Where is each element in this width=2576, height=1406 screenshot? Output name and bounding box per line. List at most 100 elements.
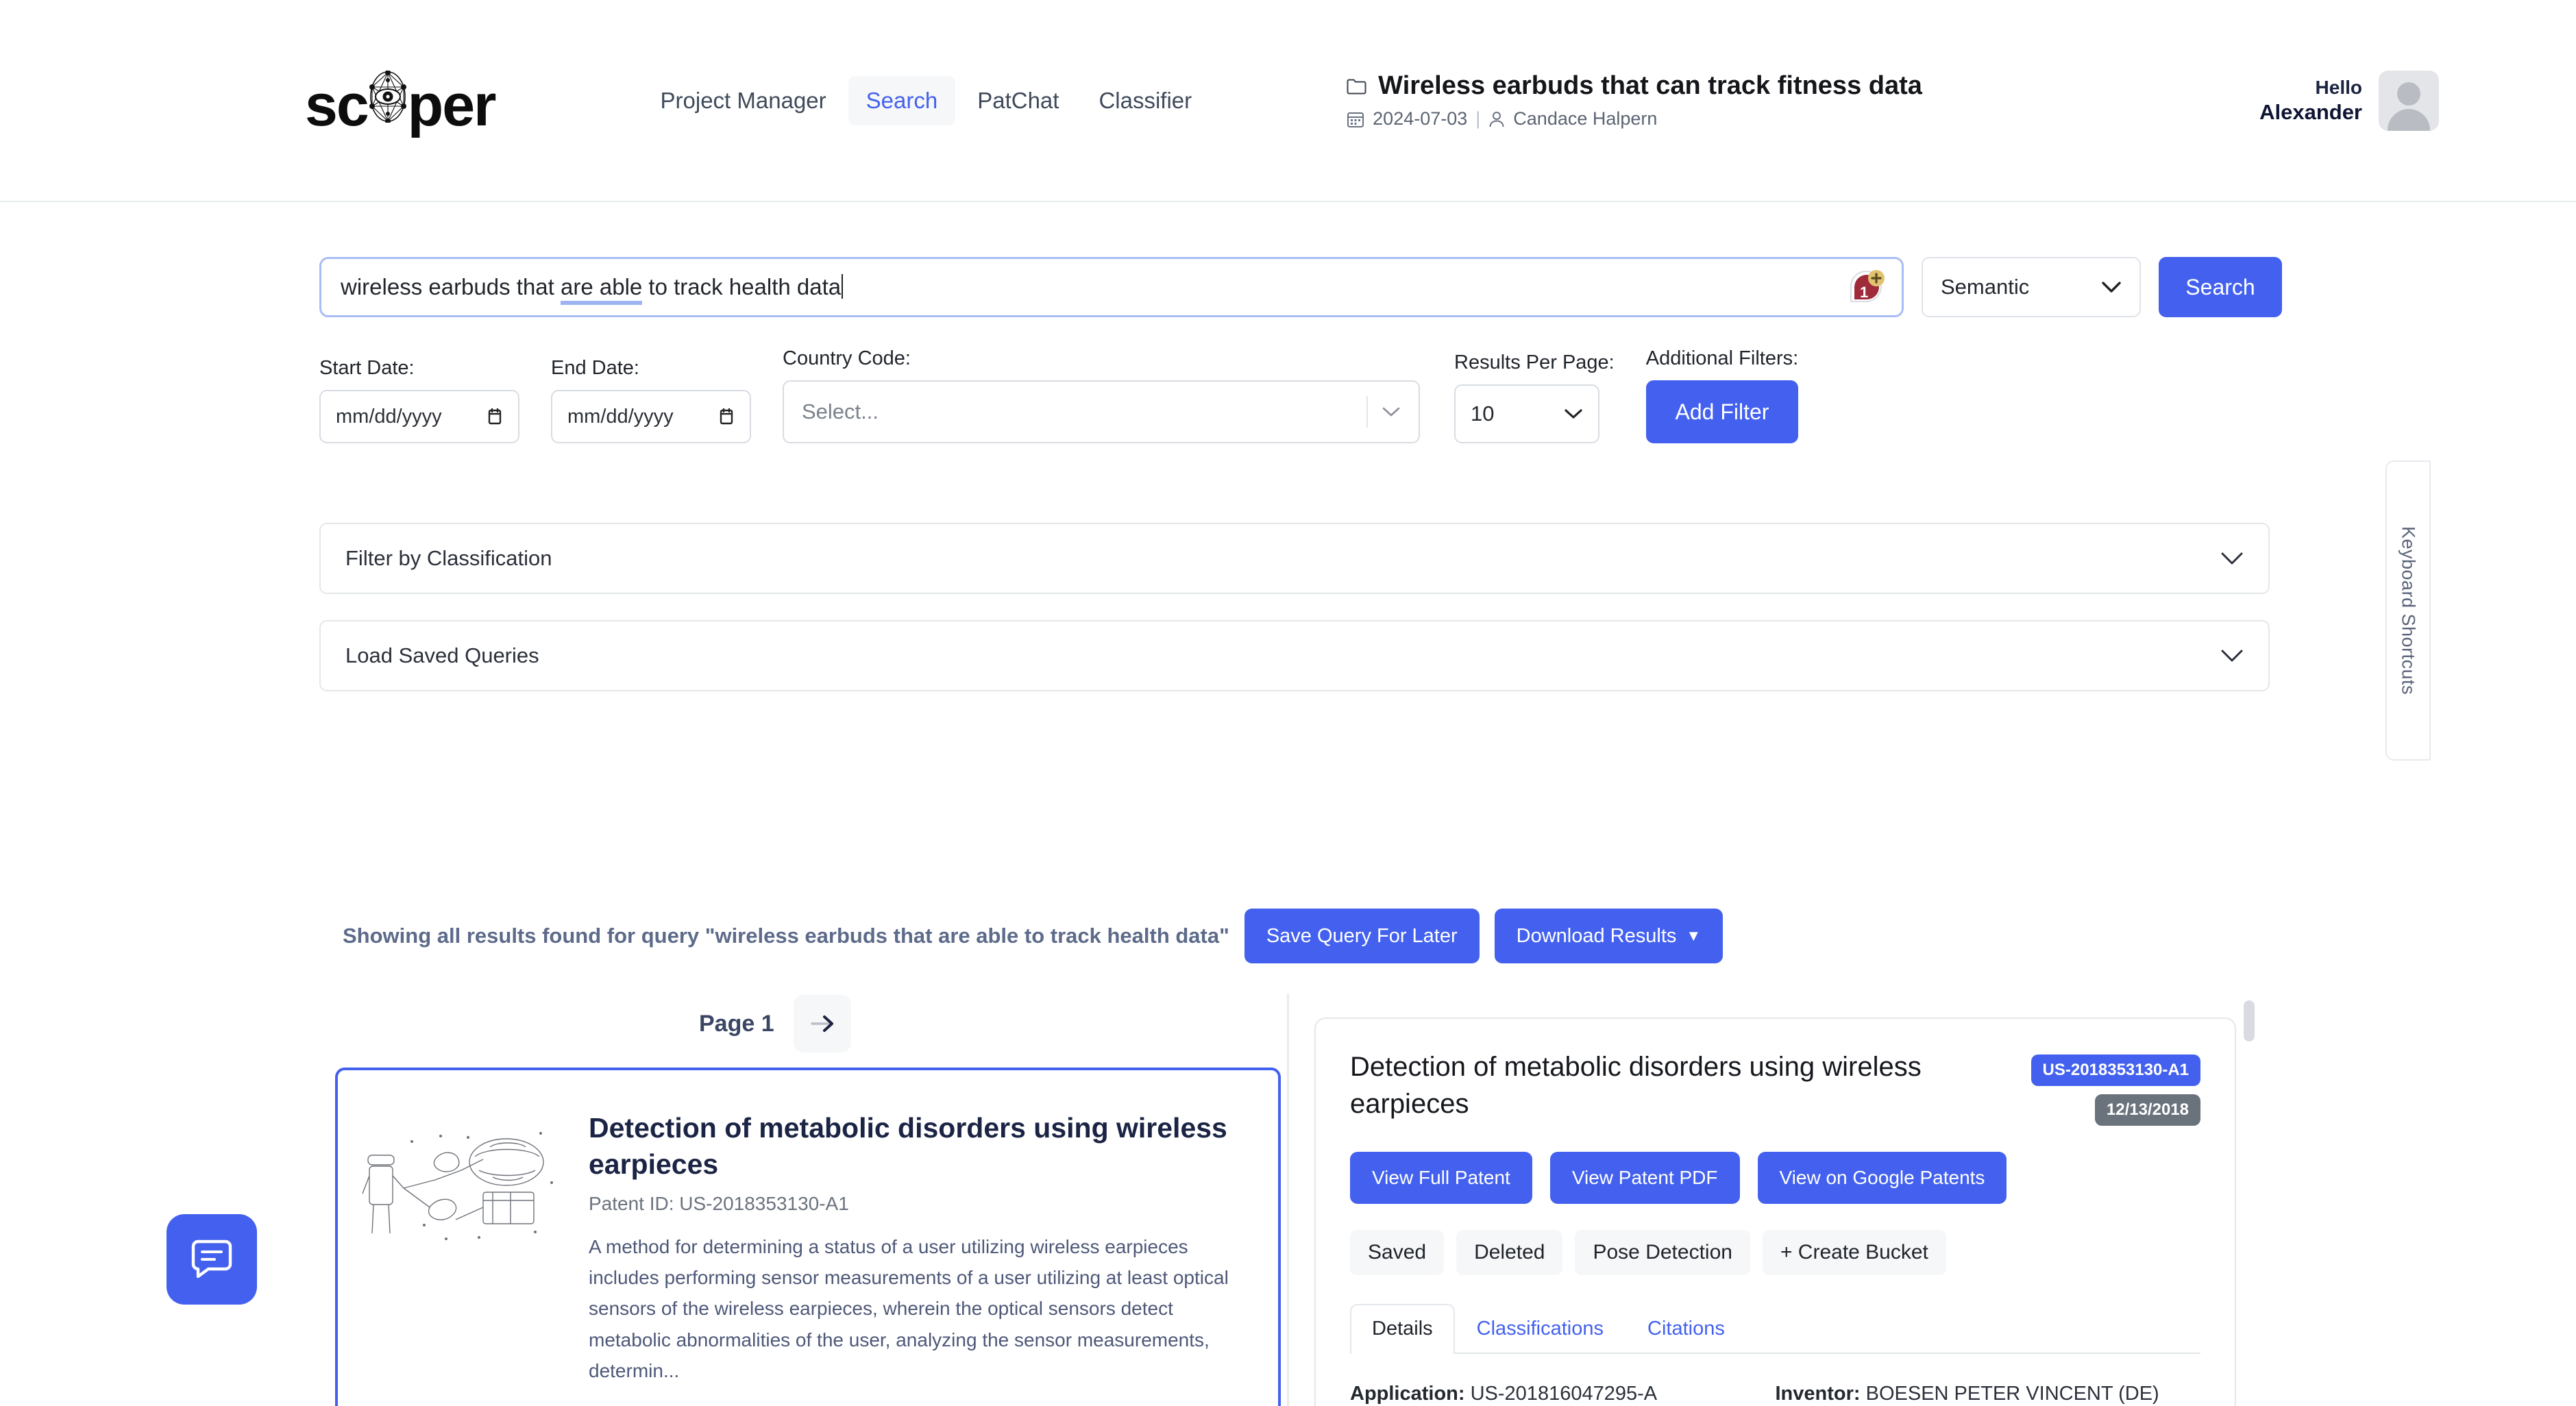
search-button[interactable]: Search — [2159, 257, 2282, 317]
search-mode-value: Semantic — [1941, 275, 2030, 299]
add-filter-button[interactable]: Add Filter — [1645, 380, 1799, 443]
calendar-picker-icon[interactable] — [718, 408, 735, 426]
pagination: Page 1 — [699, 995, 851, 1052]
tab-citations[interactable]: Citations — [1626, 1304, 1747, 1353]
caret-down-icon: ▼ — [1686, 927, 1702, 944]
chat-bubble-icon — [189, 1238, 234, 1281]
chevron-down-icon[interactable] — [2220, 551, 2244, 566]
next-page-button[interactable] — [793, 995, 851, 1052]
grammar-assistant-badge-icon[interactable]: 1 — [1847, 267, 1887, 307]
detail-date-badge: 12/13/2018 — [2094, 1094, 2200, 1126]
scoper-logo[interactable]: sc per — [305, 66, 497, 138]
svg-text:1: 1 — [1860, 284, 1868, 301]
detail-field-inventor: Inventor: BOESEN PETER VINCENT (DE) — [1776, 1383, 2201, 1405]
view-on-google-patents-button[interactable]: View on Google Patents — [1757, 1152, 2007, 1204]
detail-pane-scrollbar[interactable] — [2244, 1000, 2255, 1041]
save-query-button[interactable]: Save Query For Later — [1244, 909, 1480, 963]
start-date-input[interactable]: mm/dd/yyyy — [319, 390, 519, 443]
query-suffix: to track health data — [642, 274, 842, 299]
app-header: sc per Project Manager Search PatChat Cl… — [0, 0, 2576, 202]
arrow-right-icon — [809, 1014, 835, 1033]
end-date-label: End Date: — [551, 357, 639, 379]
tab-classifications[interactable]: Classifications — [1455, 1304, 1626, 1353]
project-date: 2024-07-03 — [1373, 108, 1468, 129]
detail-field-application: Application: US-201816047295-A — [1350, 1383, 1776, 1405]
chat-fab-button[interactable] — [167, 1214, 257, 1305]
page-indicator: Page 1 — [699, 1010, 774, 1037]
tab-details[interactable]: Details — [1350, 1304, 1455, 1354]
eye-network-logo-icon — [367, 66, 409, 125]
query-underlined-suggestion: are able — [561, 274, 643, 305]
nav-item-classifier[interactable]: Classifier — [1081, 76, 1210, 125]
nav-item-patchat[interactable]: PatChat — [959, 76, 1077, 125]
pane-divider — [1287, 994, 1289, 1406]
country-code-placeholder: Select... — [802, 399, 879, 423]
select-divider — [1366, 396, 1368, 428]
country-code-group: Country Code: Select... — [783, 347, 1420, 443]
results-summary-text: Showing all results found for query "wir… — [343, 924, 1229, 948]
main-nav: Project Manager Search PatChat Classifie… — [643, 75, 1210, 125]
search-bar-row: wireless earbuds that are able to track … — [319, 257, 2282, 317]
results-per-page-select[interactable]: 10 — [1454, 384, 1599, 443]
load-saved-queries-label: Load Saved Queries — [345, 643, 539, 667]
results-per-page-label: Results Per Page: — [1454, 352, 1615, 373]
detail-title: Detection of metabolic disorders using w… — [1350, 1052, 1922, 1119]
folder-icon — [1347, 77, 1367, 95]
avatar[interactable] — [2379, 70, 2439, 131]
download-results-button[interactable]: Download Results ▼ — [1494, 909, 1724, 963]
results-per-page-group: Results Per Page: 10 — [1454, 352, 1615, 443]
calendar-icon — [1347, 110, 1364, 128]
view-full-patent-button[interactable]: View Full Patent — [1350, 1152, 1532, 1204]
end-date-input[interactable]: mm/dd/yyyy — [551, 390, 751, 443]
detail-value-inventor: BOESEN PETER VINCENT (DE) — [1865, 1383, 2159, 1405]
query-prefix: wireless earbuds that — [341, 274, 561, 299]
download-results-label: Download Results — [1516, 924, 1677, 947]
bucket-pose-detection[interactable]: Pose Detection — [1575, 1230, 1750, 1275]
detail-label-application: Application: — [1350, 1383, 1465, 1405]
view-patent-pdf-button[interactable]: View Patent PDF — [1549, 1152, 1740, 1204]
logo-text-after: per — [407, 72, 497, 138]
detail-label-inventor: Inventor: — [1775, 1383, 1861, 1405]
start-date-label: Start Date: — [319, 357, 415, 379]
calendar-picker-icon[interactable] — [487, 408, 503, 426]
bucket-saved[interactable]: Saved — [1350, 1230, 1445, 1275]
country-code-label: Country Code: — [783, 347, 911, 369]
logo-text-before: sc — [305, 72, 369, 138]
app-root: sc per Project Manager Search PatChat Cl… — [0, 0, 2576, 1406]
chevron-down-icon[interactable] — [1382, 406, 1401, 418]
project-owner: Candace Halpern — [1513, 108, 1658, 129]
country-code-select[interactable]: Select... — [783, 380, 1420, 443]
load-saved-queries-accordion[interactable]: Load Saved Queries — [319, 620, 2270, 691]
detail-patent-id-badge: US-2018353130-A1 — [2031, 1054, 2200, 1086]
filter-by-classification-accordion[interactable]: Filter by Classification — [319, 523, 2270, 594]
end-date-placeholder: mm/dd/yyyy — [567, 405, 674, 428]
search-input[interactable]: wireless earbuds that are able to track … — [319, 257, 1904, 317]
keyboard-shortcuts-label: Keyboard Shortcuts — [2398, 526, 2419, 695]
start-date-group: Start Date: mm/dd/yyyy — [319, 357, 519, 443]
nav-item-search[interactable]: Search — [848, 75, 956, 125]
person-icon — [1488, 110, 1505, 128]
chevron-down-icon[interactable] — [2220, 648, 2244, 663]
results-banner: Showing all results found for query "wir… — [343, 909, 1724, 963]
user-name: Alexander — [2259, 99, 2362, 124]
result-abstract: A method for determining a status of a u… — [589, 1235, 1229, 1382]
chevron-down-icon — [1564, 408, 1583, 420]
result-patent-id: Patent ID: US-2018353130-A1 — [589, 1192, 849, 1214]
text-caret — [842, 274, 844, 299]
search-input-value: wireless earbuds that are able to track … — [341, 274, 844, 305]
filter-by-classification-label: Filter by Classification — [345, 546, 552, 570]
project-info: Wireless earbuds that can track fitness … — [1347, 71, 1922, 130]
user-menu[interactable]: Hello Alexander — [2259, 70, 2439, 131]
keyboard-shortcuts-tab[interactable]: Keyboard Shortcuts — [2385, 460, 2431, 761]
nav-item-project-manager[interactable]: Project Manager — [643, 76, 844, 125]
result-card[interactable]: Detection of metabolic disorders using w… — [335, 1068, 1281, 1406]
create-bucket-button[interactable]: + Create Bucket — [1762, 1230, 1946, 1275]
additional-filters-group: Additional Filters: Add Filter — [1645, 347, 1799, 443]
chevron-down-icon — [2101, 280, 2122, 294]
search-mode-select[interactable]: Semantic — [1922, 257, 2141, 317]
filters-row: Start Date: mm/dd/yyyy End Date: mm/dd/y… — [319, 347, 1799, 443]
user-greeting: Hello — [2315, 76, 2362, 98]
additional-filters-label: Additional Filters: — [1645, 347, 1799, 369]
bucket-deleted[interactable]: Deleted — [1456, 1230, 1563, 1275]
patent-drawing-icon — [358, 1094, 579, 1406]
